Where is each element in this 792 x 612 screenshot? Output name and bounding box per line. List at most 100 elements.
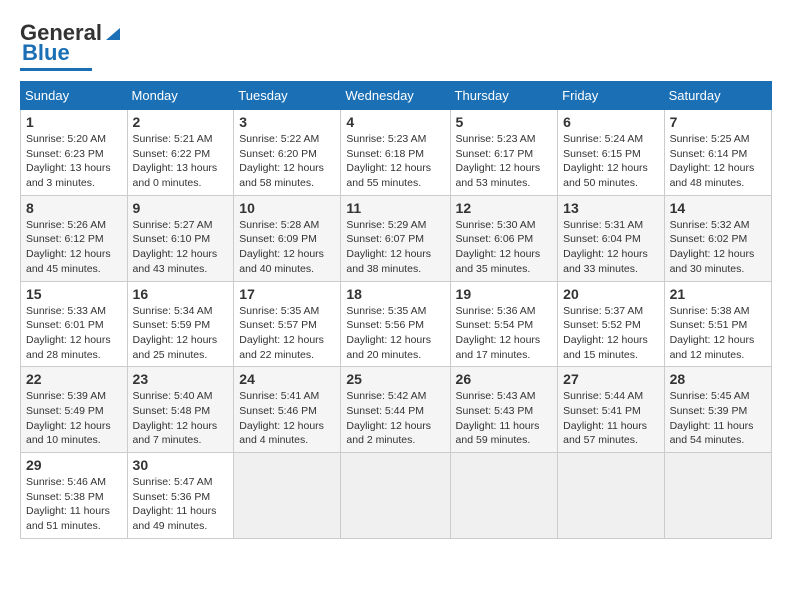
- day-number: 18: [346, 286, 444, 302]
- day-info: Sunrise: 5:33 AM Sunset: 6:01 PM Dayligh…: [26, 304, 122, 363]
- calendar-cell: 19 Sunrise: 5:36 AM Sunset: 5:54 PM Dayl…: [450, 281, 558, 367]
- calendar-cell: 12 Sunrise: 5:30 AM Sunset: 6:06 PM Dayl…: [450, 195, 558, 281]
- day-info: Sunrise: 5:32 AM Sunset: 6:02 PM Dayligh…: [670, 218, 766, 277]
- calendar-cell: 3 Sunrise: 5:22 AM Sunset: 6:20 PM Dayli…: [234, 110, 341, 196]
- day-number: 2: [133, 114, 229, 130]
- calendar-cell: 5 Sunrise: 5:23 AM Sunset: 6:17 PM Dayli…: [450, 110, 558, 196]
- calendar-cell: 25 Sunrise: 5:42 AM Sunset: 5:44 PM Dayl…: [341, 367, 450, 453]
- logo-blue: Blue: [22, 40, 70, 66]
- day-number: 16: [133, 286, 229, 302]
- daylight-text: Daylight: 11 hours and 51 minutes.: [26, 505, 110, 532]
- sunset-text: Sunset: 5:56 PM: [346, 319, 424, 331]
- sunrise-text: Sunrise: 5:33 AM: [26, 305, 106, 317]
- sunset-text: Sunset: 5:39 PM: [670, 405, 748, 417]
- sunset-text: Sunset: 6:15 PM: [563, 148, 641, 160]
- calendar-cell: 30 Sunrise: 5:47 AM Sunset: 5:36 PM Dayl…: [127, 453, 234, 539]
- sunrise-text: Sunrise: 5:28 AM: [239, 219, 319, 231]
- daylight-text: Daylight: 11 hours and 57 minutes.: [563, 420, 647, 447]
- daylight-text: Daylight: 11 hours and 54 minutes.: [670, 420, 754, 447]
- sunset-text: Sunset: 5:51 PM: [670, 319, 748, 331]
- day-info: Sunrise: 5:25 AM Sunset: 6:14 PM Dayligh…: [670, 132, 766, 191]
- calendar-cell: 29 Sunrise: 5:46 AM Sunset: 5:38 PM Dayl…: [21, 453, 128, 539]
- day-number: 4: [346, 114, 444, 130]
- daylight-text: Daylight: 12 hours and 17 minutes.: [456, 334, 541, 361]
- sunrise-text: Sunrise: 5:32 AM: [670, 219, 750, 231]
- day-info: Sunrise: 5:23 AM Sunset: 6:18 PM Dayligh…: [346, 132, 444, 191]
- daylight-text: Daylight: 13 hours and 0 minutes.: [133, 162, 218, 189]
- daylight-text: Daylight: 12 hours and 43 minutes.: [133, 248, 218, 275]
- day-info: Sunrise: 5:24 AM Sunset: 6:15 PM Dayligh…: [563, 132, 658, 191]
- daylight-text: Daylight: 11 hours and 59 minutes.: [456, 420, 540, 447]
- daylight-text: Daylight: 12 hours and 28 minutes.: [26, 334, 111, 361]
- daylight-text: Daylight: 12 hours and 45 minutes.: [26, 248, 111, 275]
- calendar-cell: [450, 453, 558, 539]
- page-header: General Blue: [20, 20, 772, 71]
- calendar-cell: 8 Sunrise: 5:26 AM Sunset: 6:12 PM Dayli…: [21, 195, 128, 281]
- sunrise-text: Sunrise: 5:36 AM: [456, 305, 536, 317]
- sunrise-text: Sunrise: 5:23 AM: [346, 133, 426, 145]
- calendar-cell: 26 Sunrise: 5:43 AM Sunset: 5:43 PM Dayl…: [450, 367, 558, 453]
- sunset-text: Sunset: 6:01 PM: [26, 319, 104, 331]
- calendar-cell: 18 Sunrise: 5:35 AM Sunset: 5:56 PM Dayl…: [341, 281, 450, 367]
- day-number: 6: [563, 114, 658, 130]
- day-number: 29: [26, 457, 122, 473]
- column-header-sunday: Sunday: [21, 82, 128, 110]
- day-info: Sunrise: 5:39 AM Sunset: 5:49 PM Dayligh…: [26, 389, 122, 448]
- sunrise-text: Sunrise: 5:38 AM: [670, 305, 750, 317]
- day-number: 26: [456, 371, 553, 387]
- day-info: Sunrise: 5:29 AM Sunset: 6:07 PM Dayligh…: [346, 218, 444, 277]
- day-number: 27: [563, 371, 658, 387]
- day-info: Sunrise: 5:40 AM Sunset: 5:48 PM Dayligh…: [133, 389, 229, 448]
- sunrise-text: Sunrise: 5:30 AM: [456, 219, 536, 231]
- sunrise-text: Sunrise: 5:47 AM: [133, 476, 213, 488]
- day-number: 23: [133, 371, 229, 387]
- day-number: 3: [239, 114, 335, 130]
- daylight-text: Daylight: 12 hours and 48 minutes.: [670, 162, 755, 189]
- column-header-tuesday: Tuesday: [234, 82, 341, 110]
- sunrise-text: Sunrise: 5:43 AM: [456, 390, 536, 402]
- day-info: Sunrise: 5:28 AM Sunset: 6:09 PM Dayligh…: [239, 218, 335, 277]
- day-number: 1: [26, 114, 122, 130]
- sunrise-text: Sunrise: 5:42 AM: [346, 390, 426, 402]
- calendar-cell: 17 Sunrise: 5:35 AM Sunset: 5:57 PM Dayl…: [234, 281, 341, 367]
- day-info: Sunrise: 5:37 AM Sunset: 5:52 PM Dayligh…: [563, 304, 658, 363]
- day-number: 11: [346, 200, 444, 216]
- day-info: Sunrise: 5:44 AM Sunset: 5:41 PM Dayligh…: [563, 389, 658, 448]
- sunrise-text: Sunrise: 5:24 AM: [563, 133, 643, 145]
- column-header-wednesday: Wednesday: [341, 82, 450, 110]
- calendar-cell: 21 Sunrise: 5:38 AM Sunset: 5:51 PM Dayl…: [664, 281, 771, 367]
- day-number: 20: [563, 286, 658, 302]
- column-header-monday: Monday: [127, 82, 234, 110]
- sunset-text: Sunset: 5:41 PM: [563, 405, 641, 417]
- sunset-text: Sunset: 5:44 PM: [346, 405, 424, 417]
- sunset-text: Sunset: 6:06 PM: [456, 233, 534, 245]
- sunset-text: Sunset: 5:36 PM: [133, 491, 211, 503]
- daylight-text: Daylight: 12 hours and 38 minutes.: [346, 248, 431, 275]
- day-info: Sunrise: 5:42 AM Sunset: 5:44 PM Dayligh…: [346, 389, 444, 448]
- calendar-cell: 2 Sunrise: 5:21 AM Sunset: 6:22 PM Dayli…: [127, 110, 234, 196]
- logo-arrow-icon: [102, 22, 124, 44]
- sunset-text: Sunset: 5:59 PM: [133, 319, 211, 331]
- sunset-text: Sunset: 5:52 PM: [563, 319, 641, 331]
- calendar-table: SundayMondayTuesdayWednesdayThursdayFrid…: [20, 81, 772, 539]
- sunrise-text: Sunrise: 5:23 AM: [456, 133, 536, 145]
- sunrise-text: Sunrise: 5:44 AM: [563, 390, 643, 402]
- sunset-text: Sunset: 6:10 PM: [133, 233, 211, 245]
- day-info: Sunrise: 5:34 AM Sunset: 5:59 PM Dayligh…: [133, 304, 229, 363]
- calendar-cell: 11 Sunrise: 5:29 AM Sunset: 6:07 PM Dayl…: [341, 195, 450, 281]
- day-info: Sunrise: 5:31 AM Sunset: 6:04 PM Dayligh…: [563, 218, 658, 277]
- day-info: Sunrise: 5:36 AM Sunset: 5:54 PM Dayligh…: [456, 304, 553, 363]
- day-number: 5: [456, 114, 553, 130]
- day-info: Sunrise: 5:27 AM Sunset: 6:10 PM Dayligh…: [133, 218, 229, 277]
- sunrise-text: Sunrise: 5:41 AM: [239, 390, 319, 402]
- day-info: Sunrise: 5:41 AM Sunset: 5:46 PM Dayligh…: [239, 389, 335, 448]
- daylight-text: Daylight: 12 hours and 2 minutes.: [346, 420, 431, 447]
- daylight-text: Daylight: 12 hours and 30 minutes.: [670, 248, 755, 275]
- calendar-cell: [341, 453, 450, 539]
- day-info: Sunrise: 5:43 AM Sunset: 5:43 PM Dayligh…: [456, 389, 553, 448]
- day-number: 28: [670, 371, 766, 387]
- day-info: Sunrise: 5:23 AM Sunset: 6:17 PM Dayligh…: [456, 132, 553, 191]
- daylight-text: Daylight: 12 hours and 15 minutes.: [563, 334, 648, 361]
- calendar-cell: 22 Sunrise: 5:39 AM Sunset: 5:49 PM Dayl…: [21, 367, 128, 453]
- day-number: 19: [456, 286, 553, 302]
